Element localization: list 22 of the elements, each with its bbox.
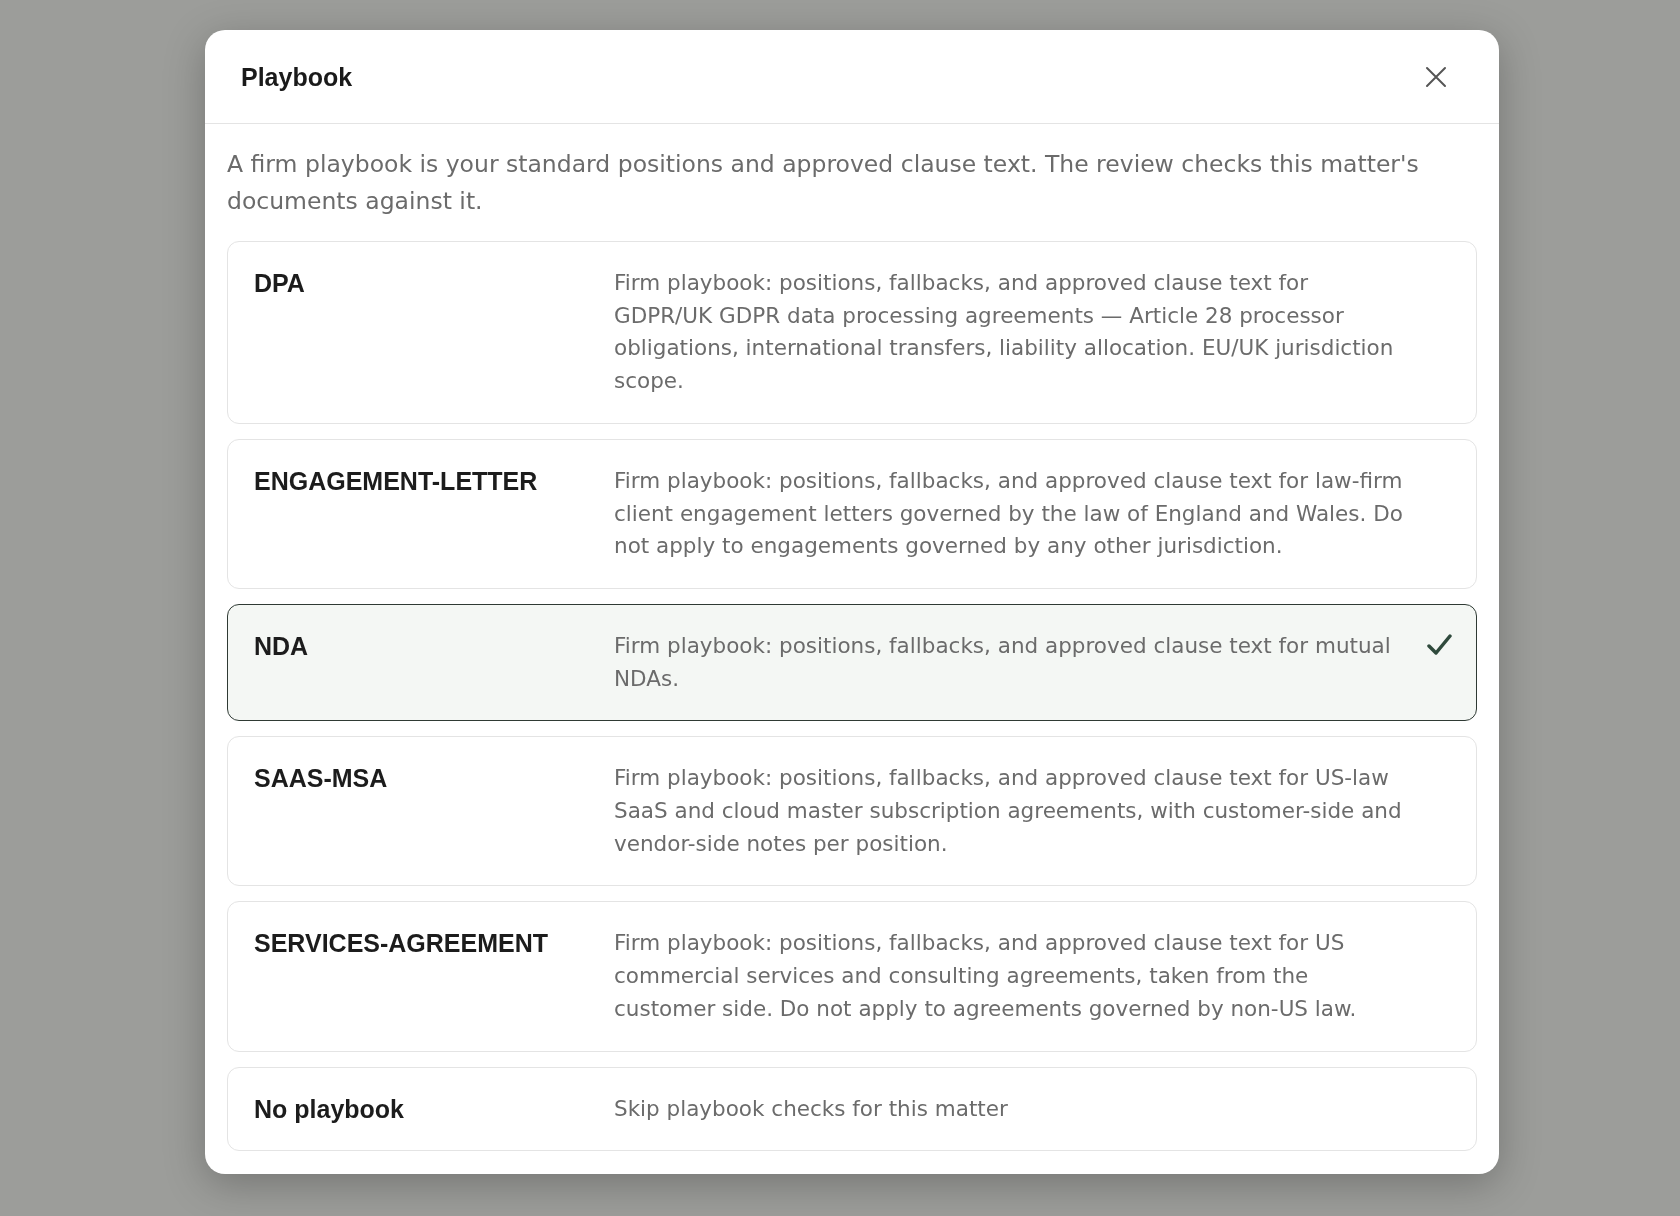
playbook-option[interactable] — [227, 241, 1477, 424]
option-title: SERVICES-AGREEMENT — [254, 928, 550, 960]
option-description: Firm playbook: positions, fallbacks, and approved clause text for US-law SaaS and cloud master subscription agreements, with customer-side and vendor-side notes per position. — [614, 764, 1403, 858]
check-icon — [1427, 633, 1452, 656]
option-description: Firm playbook: positions, fallbacks, and approved clause text for law-firm client engagement letters governed by the law of England and Wales. Do not apply to engagements governed by any other jurisdiction. — [614, 466, 1404, 561]
option-title: No playbook — [254, 1093, 405, 1125]
option-title: SAAS-MSA — [254, 763, 389, 795]
playbook-option[interactable]: SAAS-MSA Firm playbook: positions, fallbacks, and approved clause text for US-law SaaS and cloud master subscription agreements, with customer-side and vendor-side notes per position. — [227, 736, 1477, 887]
option-description: Firm playbook: positions, fallbacks, and approved clause text for mutual NDAs. — [614, 631, 1392, 693]
option-title: DPA — [254, 268, 306, 299]
dialog-title: Playbook — [241, 61, 353, 92]
option-description: Firm playbook: positions, fallbacks, and approved clause text for US commercial services and consulting agreements, taken from the customer side. Do not apply to agreements governed by non-US law. — [614, 929, 1358, 1023]
option-description: Skip playbook checks for this matter — [614, 1094, 1009, 1123]
playbook-option[interactable] — [227, 438, 1477, 589]
playbook-option[interactable] — [227, 901, 1477, 1052]
dialog-description: A firm playbook is your standard positions and approved clause text. The review checks this matter's documents against it. — [227, 149, 1420, 217]
close-icon — [1425, 65, 1447, 88]
playbook-option[interactable]: NDA Firm playbook: positions, fallbacks, and approved clause text for mutual NDAs. — [227, 603, 1477, 722]
option-description: Firm playbook: positions, fallbacks, and approved clause text for GDPR/UK GDPR data processing agreements — Article 28 processor obligations, international transfers, liability allocation. EU/UK jurisdiction scope. — [614, 269, 1395, 396]
option-title: NDA — [254, 630, 310, 662]
option-title: ENGAGEMENT-LETTER — [254, 465, 539, 497]
playbook-option[interactable]: No playbook Skip playbook checks for this matter — [227, 1066, 1477, 1152]
